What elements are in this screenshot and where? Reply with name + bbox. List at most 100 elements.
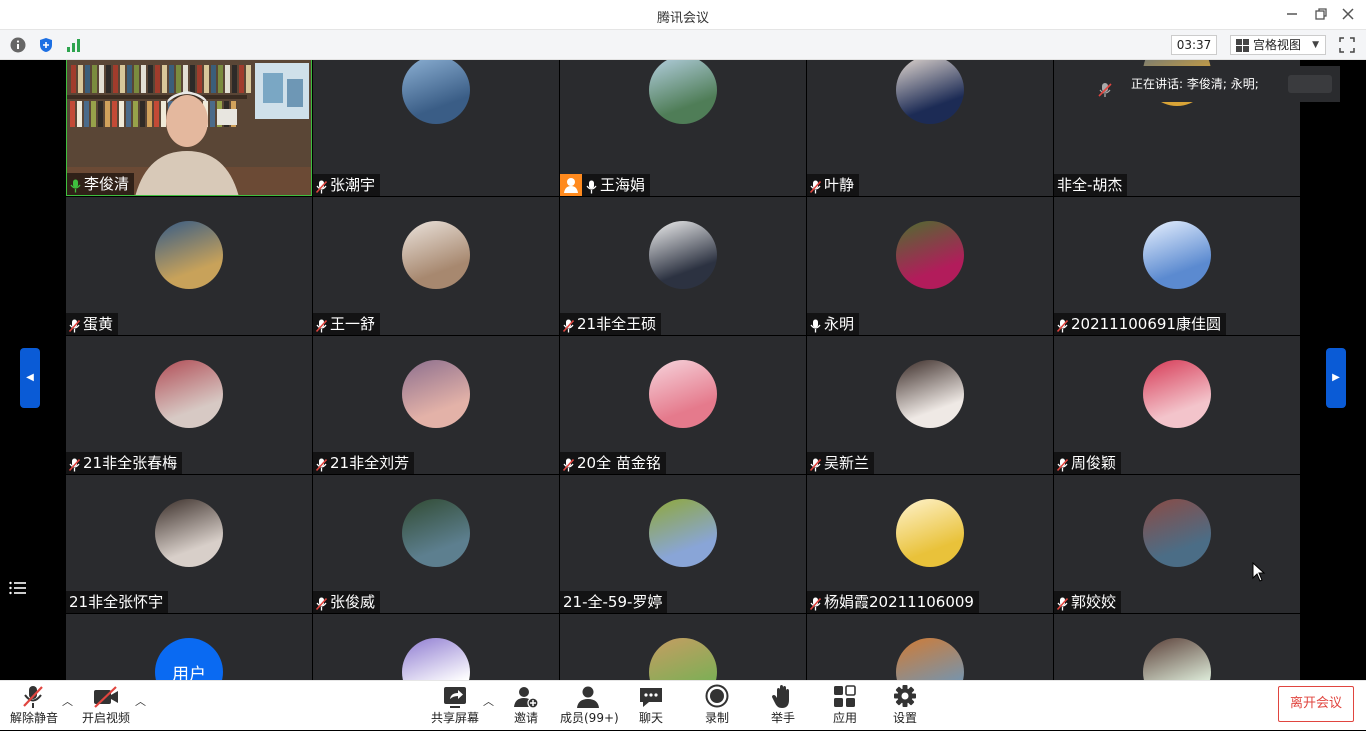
close-icon[interactable] xyxy=(1340,6,1356,22)
chat-button[interactable]: 聊天 xyxy=(636,681,666,731)
mic-muted-icon xyxy=(68,317,81,333)
participant-name-text: 王一舒 xyxy=(330,315,376,333)
participant-name: 张潮宇 xyxy=(313,174,381,196)
share-screen-button[interactable]: 共享屏幕 xyxy=(430,681,480,731)
participant-name-text: 非全-胡杰 xyxy=(1057,176,1123,194)
participant-name: 郭姣姣 xyxy=(1054,591,1122,613)
participant-name-text: 张潮宇 xyxy=(330,176,376,194)
participant-tile[interactable]: 21-全-59-罗婷 xyxy=(560,475,806,613)
participant-tile[interactable]: 用户 xyxy=(66,614,312,680)
participant-name: 21非全张春梅 xyxy=(66,452,183,474)
participant-name-text: 21非全王硕 xyxy=(577,315,657,333)
participant-tile[interactable] xyxy=(560,614,806,680)
participant-name: 非全-胡杰 xyxy=(1054,174,1128,196)
participant-tile[interactable]: 张俊威 xyxy=(313,475,559,613)
avatar xyxy=(402,60,470,124)
participant-tile[interactable] xyxy=(807,614,1053,680)
participant-tile[interactable] xyxy=(1054,614,1300,680)
host-user-icon xyxy=(560,174,582,196)
mic-muted-icon xyxy=(315,317,328,333)
participant-name: 杨娟霞20211106009 xyxy=(807,591,979,613)
view-selector[interactable]: 宫格视图 ▼ xyxy=(1230,35,1326,55)
start-video-button[interactable]: 开启视频 xyxy=(82,681,130,731)
mic-muted-icon xyxy=(562,456,575,472)
mic-icon xyxy=(810,317,821,333)
grid-row: 蛋黄 王一舒 21非全王硕 永明 20211100691康佳圆 xyxy=(66,197,1300,336)
participant-name: 王海娟 xyxy=(560,174,651,196)
shield-icon[interactable] xyxy=(38,37,54,53)
audio-options-chevron-icon[interactable]: ︿ xyxy=(62,693,74,708)
participant-tile[interactable]: 周俊颖 xyxy=(1054,336,1300,474)
mic-muted-icon xyxy=(809,456,822,472)
participant-name-text: 张俊威 xyxy=(330,593,376,611)
avatar xyxy=(649,638,717,680)
avatar xyxy=(1143,221,1211,289)
prev-page-button[interactable]: ◀ xyxy=(20,348,40,408)
participant-tile[interactable]: 21非全王硕 xyxy=(560,197,806,335)
leave-meeting-button[interactable]: 离开会议 xyxy=(1278,686,1354,722)
participant-tile[interactable]: 叶静 xyxy=(807,60,1053,196)
participant-name-text: 21非全刘芳 xyxy=(330,454,410,472)
settings-button[interactable]: 设置 xyxy=(890,681,920,731)
muted-mic-icon xyxy=(1098,76,1112,112)
hand-icon xyxy=(769,684,797,710)
minimize-icon[interactable] xyxy=(1284,6,1300,22)
participant-name: 20211100691康佳圆 xyxy=(1054,313,1226,335)
video-options-chevron-icon[interactable]: ︿ xyxy=(135,693,147,708)
participant-name-text: 杨娟霞20211106009 xyxy=(824,593,974,611)
avatar-text: 用户 xyxy=(172,664,206,681)
share-screen-icon xyxy=(441,684,469,710)
participant-tile[interactable]: 王一舒 xyxy=(313,197,559,335)
participant-tile[interactable]: 吴新兰 xyxy=(807,336,1053,474)
speaking-text: 正在讲话: 李俊清; 永明; xyxy=(1131,77,1259,91)
restore-icon[interactable] xyxy=(1313,6,1329,22)
avatar xyxy=(155,499,223,567)
participant-name: 20全 苗金铭 xyxy=(560,452,666,474)
avatar xyxy=(1143,638,1211,680)
participant-tile[interactable]: 张潮宇 xyxy=(313,60,559,196)
fullscreen-icon[interactable] xyxy=(1339,37,1355,53)
list-icon[interactable] xyxy=(8,578,28,598)
raise-hand-button[interactable]: 举手 xyxy=(768,681,798,731)
record-button[interactable]: 录制 xyxy=(702,681,732,731)
bottom-control-bar: 解除静音 ︿ 开启视频 ︿ 共享屏幕 ︿ 邀请 成员(99+) 聊天 录制 举手… xyxy=(0,680,1366,730)
signal-icon[interactable] xyxy=(66,37,82,53)
apps-icon xyxy=(831,684,859,710)
mic-muted-icon xyxy=(68,456,81,472)
unmute-button[interactable]: 解除静音 xyxy=(10,681,58,731)
next-page-button[interactable]: ▶ xyxy=(1326,348,1346,408)
participant-name-text: 20全 苗金铭 xyxy=(577,454,661,472)
participant-tile[interactable]: 21非全张怀宇 xyxy=(66,475,312,613)
participant-tile[interactable]: 王海娟 xyxy=(560,60,806,196)
caret-down-icon: ▼ xyxy=(1312,40,1319,50)
participant-tile[interactable]: 21非全张春梅 xyxy=(66,336,312,474)
participant-tile[interactable]: 永明 xyxy=(807,197,1053,335)
participant-name-text: 吴新兰 xyxy=(824,454,870,472)
mic-icon xyxy=(70,177,81,193)
participant-tile[interactable]: 蛋黄 xyxy=(66,197,312,335)
participant-tile[interactable]: 20全 苗金铭 xyxy=(560,336,806,474)
view-selector-label: 宫格视图 xyxy=(1253,38,1302,52)
participant-tile[interactable]: 李俊清 xyxy=(66,60,312,196)
participant-tile[interactable]: 21非全刘芳 xyxy=(313,336,559,474)
chat-icon xyxy=(637,684,665,710)
avatar xyxy=(649,360,717,428)
participant-tile[interactable]: 杨娟霞20211106009 xyxy=(807,475,1053,613)
participant-tile[interactable]: 20211100691康佳圆 xyxy=(1054,197,1300,335)
mic-muted-icon xyxy=(809,178,822,194)
grid-icon xyxy=(1236,39,1249,52)
share-options-chevron-icon[interactable]: ︿ xyxy=(483,693,495,708)
participant-name-text: 永明 xyxy=(824,315,855,333)
members-label: 成员(99+) xyxy=(560,711,619,725)
mic-muted-icon xyxy=(1056,456,1069,472)
participant-name: 王一舒 xyxy=(313,313,381,335)
apps-button[interactable]: 应用 xyxy=(830,681,860,731)
avatar xyxy=(896,499,964,567)
participant-tile[interactable] xyxy=(313,614,559,680)
record-icon xyxy=(703,684,731,710)
speaker-avatars xyxy=(1288,75,1332,93)
invite-button[interactable]: 邀请 xyxy=(510,681,542,731)
participant-tile[interactable]: 郭姣姣 xyxy=(1054,475,1300,613)
members-button[interactable]: 成员(99+) xyxy=(560,681,619,731)
info-icon[interactable] xyxy=(10,37,26,53)
